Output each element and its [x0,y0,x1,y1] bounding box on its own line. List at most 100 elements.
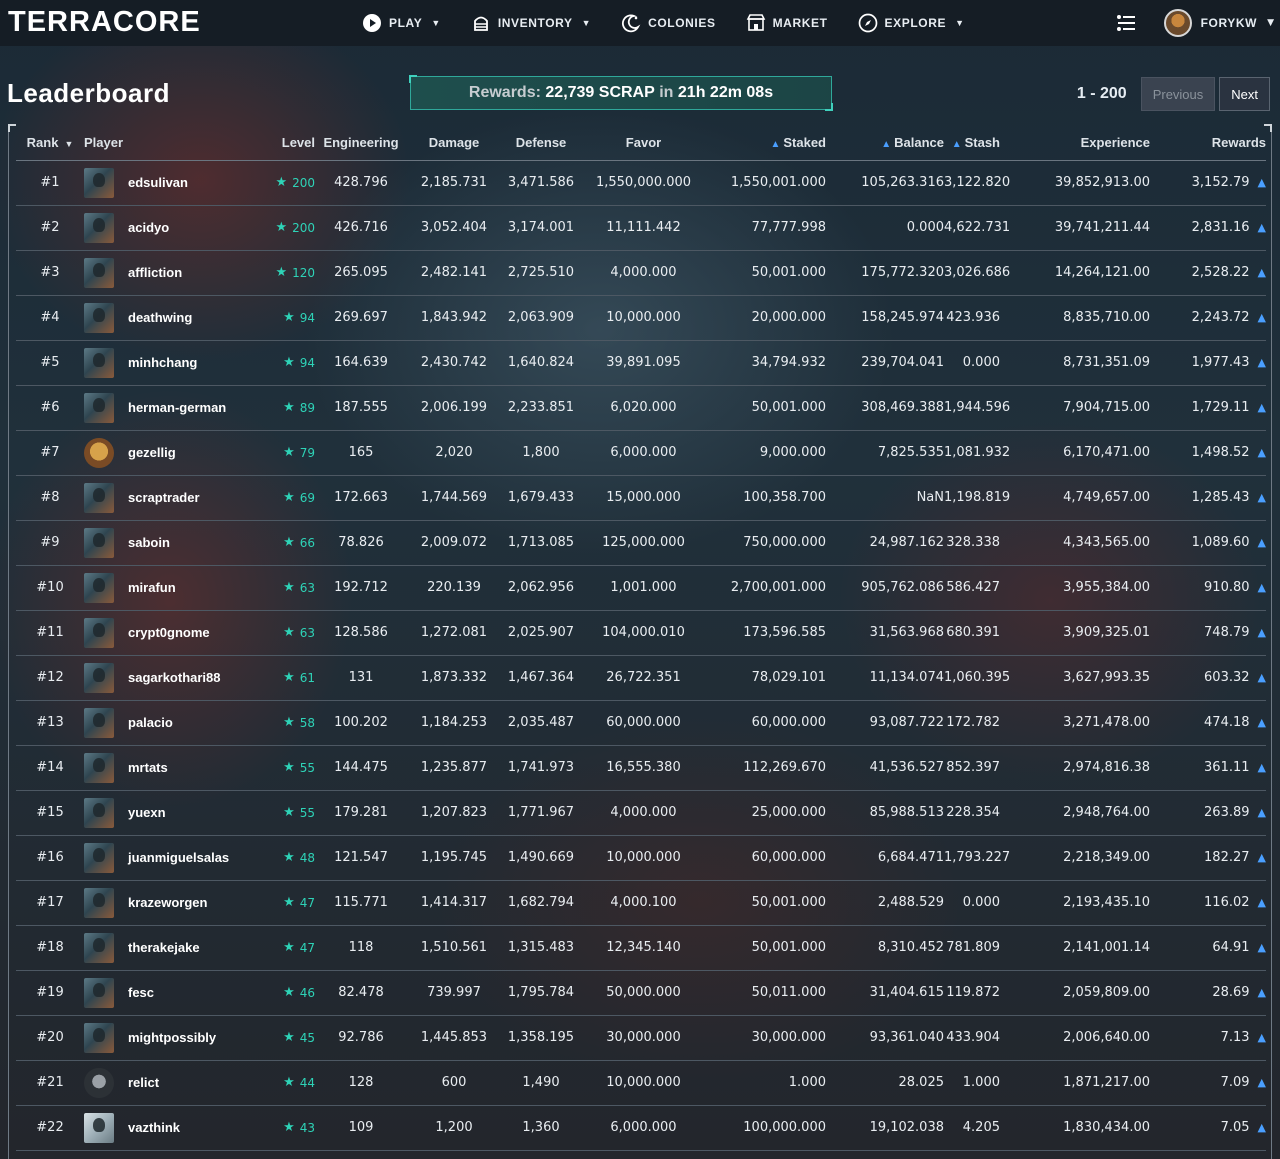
avatar[interactable] [84,707,114,738]
table-row[interactable]: #7 gezellig ★ 79 165 2,020 1,800 6,000.000 9,000… [16,430,1266,476]
avatar[interactable] [84,572,114,603]
nav-colonies[interactable]: COLONIES [621,13,715,33]
table-row[interactable]: #21 relict ★ 44 128 600 1,490 10,000.000 1.000 28… [16,1060,1266,1106]
player-cell[interactable]: krazeworgen [84,887,269,918]
player-cell[interactable]: edsulivan [84,167,269,198]
table-row[interactable]: #9 saboin ★ 66 78.826 2,009.072 1,713.085 125,0… [16,520,1266,566]
player-cell[interactable]: vazthink [84,1112,269,1143]
player-name[interactable]: therakejake [128,940,200,955]
player-name[interactable]: deathwing [128,310,192,325]
player-name[interactable]: edsulivan [128,175,188,190]
player-name[interactable]: yuexn [128,805,166,820]
cell-player[interactable]: minhchang [84,340,269,386]
player-cell[interactable]: crypt0gnome [84,617,269,648]
cell-player[interactable]: scraptrader [84,475,269,521]
player-cell[interactable]: scraptrader [84,482,269,513]
nav-inventory[interactable]: INVENTORY ▼ [471,13,591,33]
table-row[interactable]: #16 juanmiguelsalas ★ 48 121.547 1,195.745 1,4… [16,835,1266,881]
player-cell[interactable]: saboin [84,527,269,558]
col-engineering[interactable]: Engineering [315,125,407,161]
col-stash[interactable]: ▲ Stash [944,125,1000,161]
chevron-down-icon[interactable]: ▼ [1267,18,1274,28]
player-cell[interactable]: palacio [84,707,269,738]
table-row[interactable]: #3 affliction ★ 120 265.095 2,482.141 2,725.51… [16,250,1266,296]
player-name[interactable]: crypt0gnome [128,625,210,640]
terracore-logo[interactable]: TERRACORE [8,6,201,39]
table-row[interactable]: #4 deathwing ★ 94 269.697 1,843.942 2,063.909 1… [16,295,1266,341]
cell-player[interactable]: yuexn [84,790,269,836]
nav-play[interactable]: PLAY ▼ [362,13,441,33]
player-cell[interactable]: sagarkothari88 [84,662,269,693]
player-cell[interactable]: therakejake [84,932,269,963]
menu-list-icon[interactable] [1116,14,1136,32]
avatar[interactable] [84,617,114,648]
player-name[interactable]: affliction [128,265,182,280]
avatar[interactable] [84,797,114,828]
next-button[interactable]: Next [1219,77,1270,111]
avatar[interactable] [84,167,114,198]
player-cell[interactable]: minhchang [84,347,269,378]
avatar[interactable] [84,662,114,693]
nav-market[interactable]: MARKET [746,13,828,33]
avatar[interactable] [84,1112,114,1143]
col-player[interactable]: Player [84,125,269,161]
avatar[interactable] [84,887,114,918]
table-row[interactable]: #8 scraptrader ★ 69 172.663 1,744.569 1,679.43… [16,475,1266,521]
cell-player[interactable]: mrtats [84,745,269,791]
table-row[interactable]: #14 mrtats ★ 55 144.475 1,235.877 1,741.973 16,… [16,745,1266,791]
username[interactable]: FORYKW [1201,16,1257,30]
user-avatar[interactable] [1163,9,1192,37]
table-row[interactable]: #20 mightpossibly ★ 45 92.786 1,445.853 1,358.… [16,1015,1266,1061]
table-row[interactable]: #11 crypt0gnome ★ 63 128.586 1,272.081 2,025.9… [16,610,1266,656]
player-cell[interactable]: mirafun [84,572,269,603]
player-name[interactable]: krazeworgen [128,895,207,910]
player-name[interactable]: mirafun [128,580,176,595]
player-name[interactable]: saboin [128,535,170,550]
player-name[interactable]: palacio [128,715,173,730]
table-row[interactable]: #18 therakejake ★ 47 118 1,510.561 1,315.483 12… [16,925,1266,971]
cell-player[interactable]: herman-german [84,385,269,431]
avatar[interactable] [84,302,114,333]
table-row[interactable]: #12 sagarkothari88 ★ 61 131 1,873.332 1,467.36… [16,655,1266,701]
table-row[interactable]: #5 minhchang ★ 94 164.639 2,430.742 1,640.824 3… [16,340,1266,386]
col-staked[interactable]: ▲ Staked [706,125,826,161]
col-favor[interactable]: Favor [581,125,706,161]
cell-player[interactable]: affliction [84,250,269,296]
cell-player[interactable]: krazeworgen [84,880,269,926]
avatar[interactable] [84,257,114,288]
previous-button[interactable]: Previous [1140,77,1216,111]
player-name[interactable]: minhchang [128,355,197,370]
avatar[interactable] [84,932,114,963]
avatar[interactable] [84,482,114,513]
table-row[interactable]: #15 yuexn ★ 55 179.281 1,207.823 1,771.967 4,00… [16,790,1266,836]
cell-player[interactable]: edsulivan [84,160,269,206]
col-experience[interactable]: Experience [1000,125,1150,161]
player-name[interactable]: mrtats [128,760,168,775]
cell-player[interactable]: juanmiguelsalas [84,835,269,881]
cell-player[interactable]: deathwing [84,295,269,341]
table-row[interactable]: #1 edsulivan ★ 200 428.796 2,185.731 3,471.586… [16,160,1266,206]
table-row[interactable]: #13 palacio ★ 58 100.202 1,184.253 2,035.487 60… [16,700,1266,746]
player-cell[interactable]: relict [84,1067,269,1098]
player-cell[interactable]: yuexn [84,797,269,828]
cell-player[interactable]: saboin [84,520,269,566]
cell-player[interactable]: mirafun [84,565,269,611]
col-defense[interactable]: Defense [501,125,581,161]
player-cell[interactable]: affliction [84,257,269,288]
avatar[interactable] [84,842,114,873]
avatar[interactable] [84,392,114,423]
col-balance[interactable]: ▲ Balance [826,125,944,161]
avatar[interactable] [84,752,114,783]
table-row[interactable]: #2 acidyo ★ 200 426.716 3,052.404 3,174.001 11,… [16,205,1266,251]
player-name[interactable]: acidyo [128,220,169,235]
cell-player[interactable]: fesc [84,970,269,1016]
avatar[interactable] [84,977,114,1008]
player-name[interactable]: gezellig [128,445,176,460]
avatar[interactable] [84,212,114,243]
table-row[interactable]: #19 fesc ★ 46 82.478 739.997 1,795.784 50,000.0… [16,970,1266,1016]
table-row[interactable]: #10 mirafun ★ 63 192.712 220.139 2,062.956 1,00… [16,565,1266,611]
player-name[interactable]: scraptrader [128,490,200,505]
player-cell[interactable]: deathwing [84,302,269,333]
cell-player[interactable]: vazthink [84,1105,269,1151]
table-row[interactable]: #6 herman-german ★ 89 187.555 2,006.199 2,233.… [16,385,1266,431]
